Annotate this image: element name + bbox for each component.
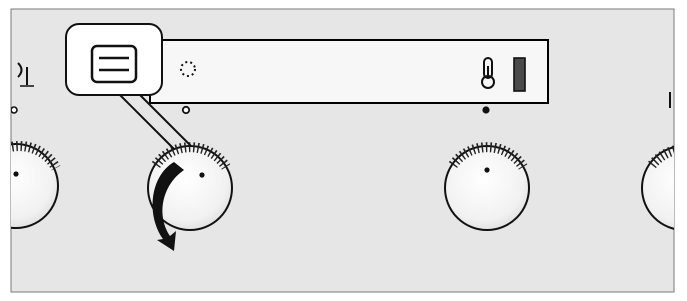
oven-control-panel-illustration	[0, 0, 687, 301]
menu-icon	[90, 44, 138, 84]
heat-level-bar-icon	[513, 57, 526, 92]
filled-indicator-dot	[482, 106, 490, 114]
knob-temperature[interactable]	[444, 142, 530, 231]
open-indicator-dot	[181, 105, 191, 115]
control-panel-svg	[10, 8, 675, 293]
